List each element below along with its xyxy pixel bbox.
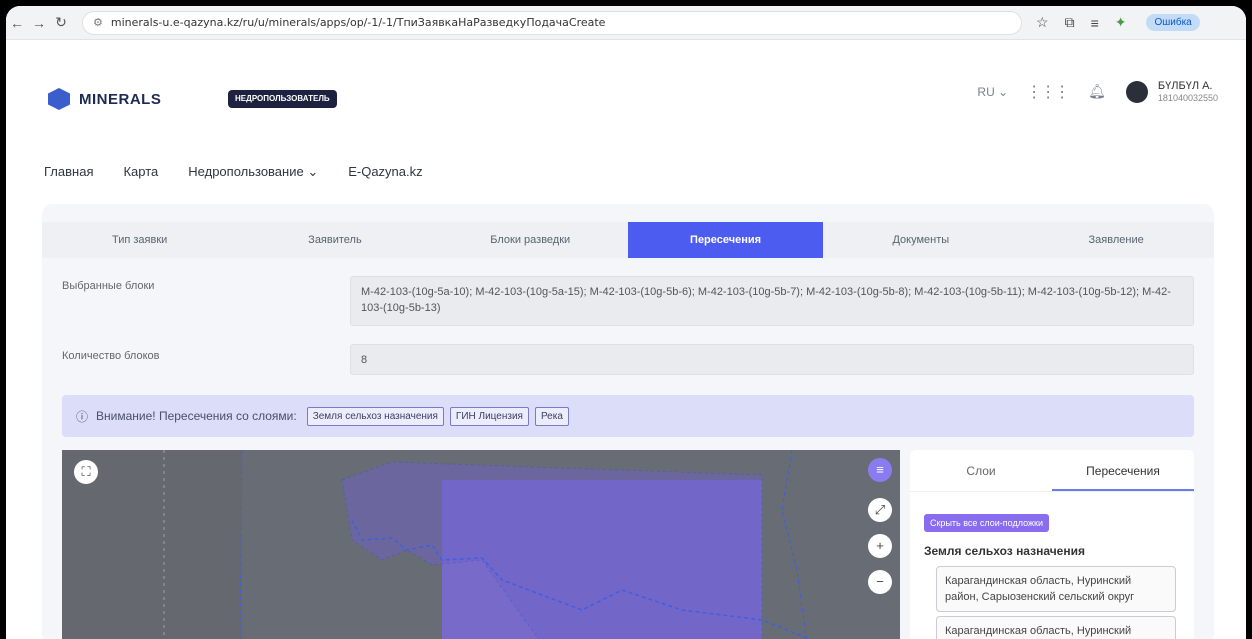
logo[interactable]: MINERALS: [48, 88, 161, 110]
nav-home[interactable]: Главная: [44, 164, 93, 180]
tab-applicant[interactable]: Заявитель: [237, 222, 432, 258]
nav-subsoil-use[interactable]: Недропользование ⌄: [188, 164, 318, 180]
tab-documents[interactable]: Документы: [823, 222, 1018, 258]
star-icon[interactable]: ☆: [1036, 14, 1049, 31]
user-name: БҮЛБҮЛ А.: [1157, 80, 1213, 92]
avatar[interactable]: [1125, 80, 1148, 103]
url-text: minerals-u.e-qazyna.kz/ru/u/minerals/app…: [110, 16, 606, 29]
logo-icon: [48, 88, 70, 110]
main-nav: Главная Карта Недропользование ⌄ E-Qazyn…: [44, 164, 423, 180]
block-count-field: 8: [350, 344, 1194, 375]
fullscreen-icon[interactable]: ⛶: [74, 460, 98, 484]
browser-toolbar: ← → ↻ ⚙ minerals-u.e-qazyna.kz/ru/u/mine…: [6, 6, 1246, 40]
info-icon: ⓘ: [76, 409, 89, 424]
layers-menu-icon[interactable]: ≡: [868, 458, 892, 482]
selected-blocks-field: M-42-103-(10g-5a-10); M-42-103-(10g-5a-1…: [350, 276, 1194, 326]
tab-layers[interactable]: Слои: [910, 450, 1052, 491]
list-item[interactable]: Карагандинская область, Нуринский: [936, 616, 1176, 639]
language-select[interactable]: RU ⌄: [977, 85, 1008, 99]
logo-text: MINERALS: [79, 90, 162, 108]
address-bar[interactable]: ⚙ minerals-u.e-qazyna.kz/ru/u/minerals/a…: [82, 10, 1022, 35]
user-id: 181040032550: [1157, 93, 1218, 103]
map-canvas: [62, 450, 900, 639]
tab-application-type[interactable]: Тип заявки: [42, 222, 237, 258]
block-count-label: Количество блоков: [62, 350, 160, 362]
zoom-in-icon[interactable]: +: [868, 534, 892, 558]
intersection-alert: ⓘ Внимание! Пересечения со слоями: Земля…: [62, 395, 1194, 437]
selected-blocks-label: Выбранные блоки: [62, 280, 155, 292]
role-badge: НЕДРОПОЛЬЗОВАТЕЛЬ: [228, 90, 337, 108]
app-screen: ← → ↻ ⚙ minerals-u.e-qazyna.kz/ru/u/mine…: [6, 6, 1246, 639]
zoom-out-icon[interactable]: −: [868, 570, 892, 594]
bell-icon[interactable]: 🔔︎: [1088, 83, 1106, 100]
map-view[interactable]: ⛶ ≡ ⤢ + −: [62, 450, 900, 639]
alert-text: Внимание! Пересечения со слоями:: [96, 409, 297, 423]
expand-icon[interactable]: ⤢: [868, 498, 892, 522]
extensions-icon[interactable]: ⧉: [1065, 14, 1075, 31]
tab-exploration-blocks[interactable]: Блоки разведки: [433, 222, 628, 258]
reload-icon[interactable]: ↻: [50, 14, 72, 31]
step-tabs: Тип заявки Заявитель Блоки разведки Пере…: [42, 222, 1214, 258]
layer-chip-agri-land[interactable]: Земля сельхоз назначения: [306, 406, 444, 426]
layer-chip-river[interactable]: Река: [534, 406, 569, 426]
error-button[interactable]: Ошибка: [1146, 14, 1200, 31]
media-icon[interactable]: ≡: [1091, 15, 1099, 31]
apps-grid-icon[interactable]: ⋮⋮⋮: [1026, 82, 1070, 102]
hide-base-layers-button[interactable]: Скрыть все слои-подложки: [924, 514, 1049, 532]
section-title: Земля сельхоз назначения: [924, 544, 1085, 558]
forward-icon[interactable]: →: [28, 15, 50, 31]
list-item[interactable]: Карагандинская область, Нуринский район,…: [936, 566, 1176, 612]
nav-map[interactable]: Карта: [123, 164, 158, 180]
nav-eqazyna[interactable]: E-Qazyna.kz: [348, 164, 422, 180]
extension-icon[interactable]: ✦: [1115, 14, 1127, 31]
application-card: Тип заявки Заявитель Блоки разведки Пере…: [42, 204, 1214, 639]
intersections-panel: Слои Пересечения Скрыть все слои-подложк…: [910, 450, 1194, 639]
back-icon[interactable]: ←: [6, 15, 28, 31]
tab-statement[interactable]: Заявление: [1018, 222, 1213, 258]
tab-panel-intersections[interactable]: Пересечения: [1052, 450, 1194, 491]
page: MINERALS НЕДРОПОЛЬЗОВАТЕЛЬ RU ⌄ ⋮⋮⋮ 🔔︎ Б…: [6, 40, 1246, 639]
tab-intersections[interactable]: Пересечения: [627, 222, 824, 258]
site-settings-icon[interactable]: ⚙: [93, 16, 103, 29]
layer-chip-gin-license[interactable]: ГИН Лицензия: [449, 406, 529, 426]
